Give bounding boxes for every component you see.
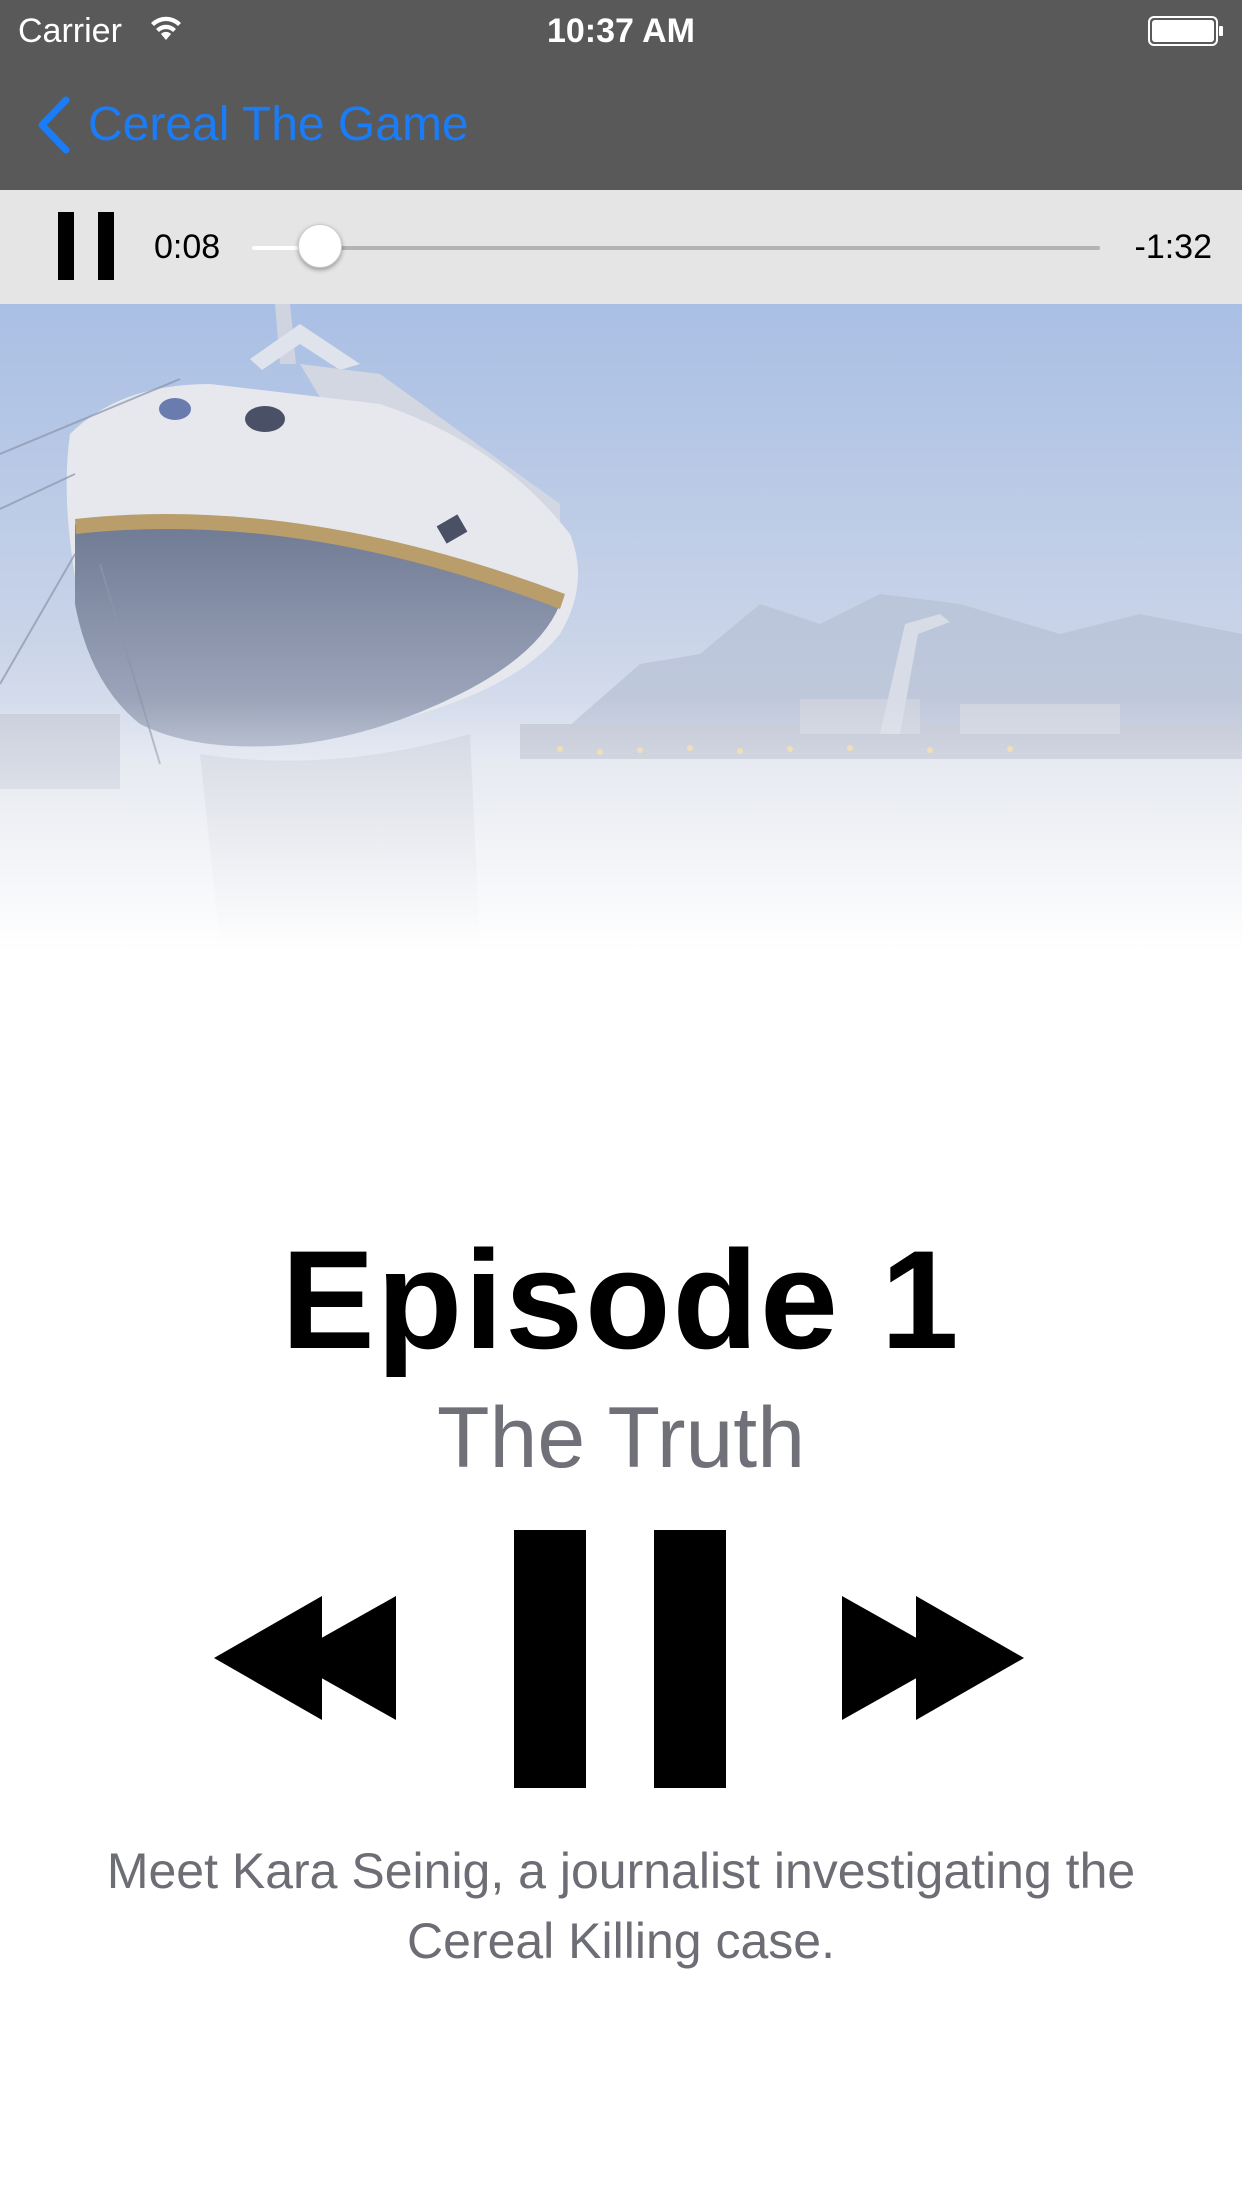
status-bar: Carrier 10:37 AM [0, 0, 1242, 62]
progress-thumb[interactable] [297, 224, 342, 268]
episode-description: Meet Kara Seinig, a journalist investiga… [106, 1843, 1136, 1969]
pause-icon-left-bar [58, 212, 74, 280]
pause-button[interactable] [514, 1530, 726, 1788]
battery-icon [1148, 16, 1223, 46]
episode-player-screen: Carrier 10:37 AM Cereal The Game 0:08 -1… [0, 0, 1242, 2208]
pause-icon-right-bar [654, 1530, 726, 1788]
chevron-left-icon [38, 96, 70, 154]
remaining-time: -1:32 [1134, 228, 1213, 266]
mini-player-bar: 0:08 -1:32 [0, 190, 1242, 304]
pause-icon-right-bar [98, 212, 114, 280]
clock: 10:37 AM [546, 12, 696, 50]
rewind-icon[interactable] [214, 1596, 396, 1720]
progress-slider[interactable] [252, 224, 1100, 268]
episode-hero-image [0, 304, 1242, 1024]
fast-forward-icon[interactable] [842, 1596, 1024, 1720]
mini-pause-button[interactable] [58, 212, 116, 280]
back-button-label: Cereal The Game [88, 98, 469, 151]
pause-icon-left-bar [514, 1530, 586, 1788]
harbour-ship-illustration [0, 304, 1242, 1024]
episode-subtitle: The Truth [436, 1390, 806, 1486]
progress-track [252, 246, 1100, 250]
episode-title: Episode 1 [281, 1221, 961, 1378]
navigation-bar: Cereal The Game [0, 62, 1242, 190]
elapsed-time: 0:08 [154, 228, 221, 266]
back-button[interactable]: Cereal The Game [34, 90, 469, 160]
